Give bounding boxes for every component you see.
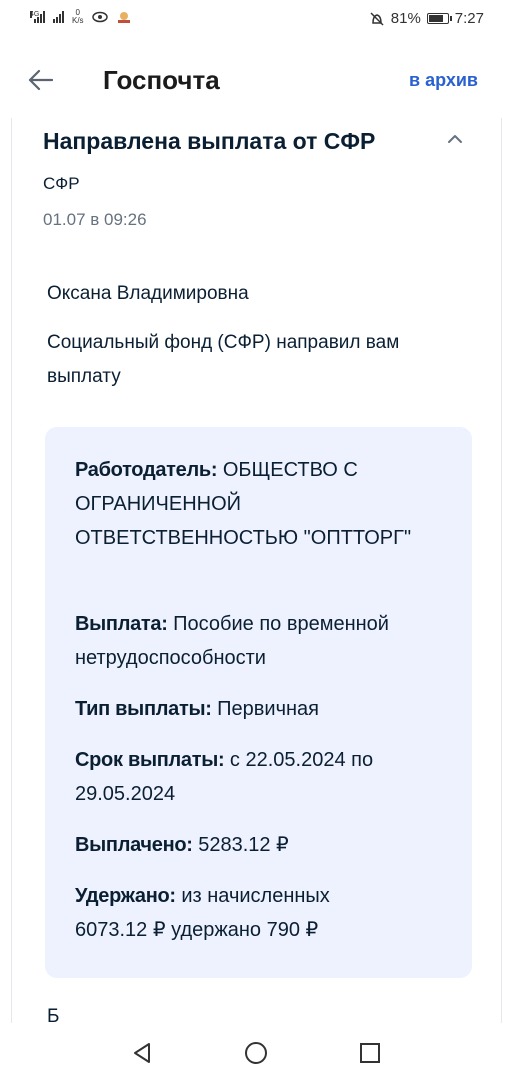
- archive-button[interactable]: в архив: [409, 70, 478, 91]
- back-button[interactable]: [24, 64, 56, 96]
- status-bar: 4G 0 K/s 81% 7:27: [0, 0, 512, 40]
- nav-back-button[interactable]: [128, 1039, 156, 1067]
- detail-withheld: Удержано: из начисленных 6073.12 ₽ удерж…: [75, 885, 330, 941]
- battery-percent: 81%: [390, 10, 421, 27]
- message-continued-text: Б: [47, 1006, 60, 1023]
- clock: 7:27: [454, 10, 484, 27]
- signal-icon: [53, 11, 64, 23]
- mobile-signal-icon: 4G: [30, 11, 45, 23]
- detail-payment-period: Срок выплаты: с 22.05.2024 по 29.05.2024: [75, 749, 374, 805]
- app-header: Госпочта в архив: [0, 52, 512, 108]
- detail-payment: Выплата: Пособие по временной нетрудоспо…: [75, 613, 389, 669]
- status-left: 4G 0 K/s: [30, 9, 132, 25]
- message-sender: СФР: [43, 174, 80, 193]
- message-card: Направлена выплата от СФР СФР 01.07 в 09…: [11, 118, 502, 1023]
- chevron-up-icon[interactable]: [444, 132, 466, 146]
- nav-back-icon: [134, 1043, 150, 1063]
- detail-payment-type: Тип выплаты: Первичная: [75, 698, 320, 720]
- nav-recents-button[interactable]: [356, 1039, 384, 1067]
- system-nav-bar: [0, 1025, 512, 1080]
- detail-employer: Работодатель: ОБЩЕСТВО С ОГРАНИЧЕННОЙ ОТ…: [75, 459, 412, 549]
- payment-details-box: Работодатель: ОБЩЕСТВО С ОГРАНИЧЕННОЙ ОТ…: [45, 427, 472, 978]
- battery-icon: [426, 13, 452, 24]
- mute-icon: [370, 11, 384, 26]
- eye-icon: [91, 11, 108, 23]
- message-date: 01.07 в 09:26: [43, 210, 147, 229]
- page-title: Госпочта: [103, 65, 220, 95]
- message-intro: Социальный фонд (СФР) направил вам выпла…: [47, 332, 400, 387]
- nav-recents-icon: [360, 1043, 380, 1063]
- status-right: 81% 7:27: [369, 10, 484, 27]
- message-greeting: Оксана Владимировна: [47, 283, 249, 304]
- nav-home-icon: [245, 1042, 267, 1064]
- detail-paid: Выплачено: 5283.12 ₽: [75, 834, 289, 856]
- net-speed: 0 K/s: [72, 8, 84, 25]
- notification-app-icon: [117, 12, 130, 23]
- message-title: Направлена выплата от СФР: [43, 128, 376, 154]
- nav-home-button[interactable]: [242, 1039, 270, 1067]
- back-arrow-icon: [28, 69, 53, 91]
